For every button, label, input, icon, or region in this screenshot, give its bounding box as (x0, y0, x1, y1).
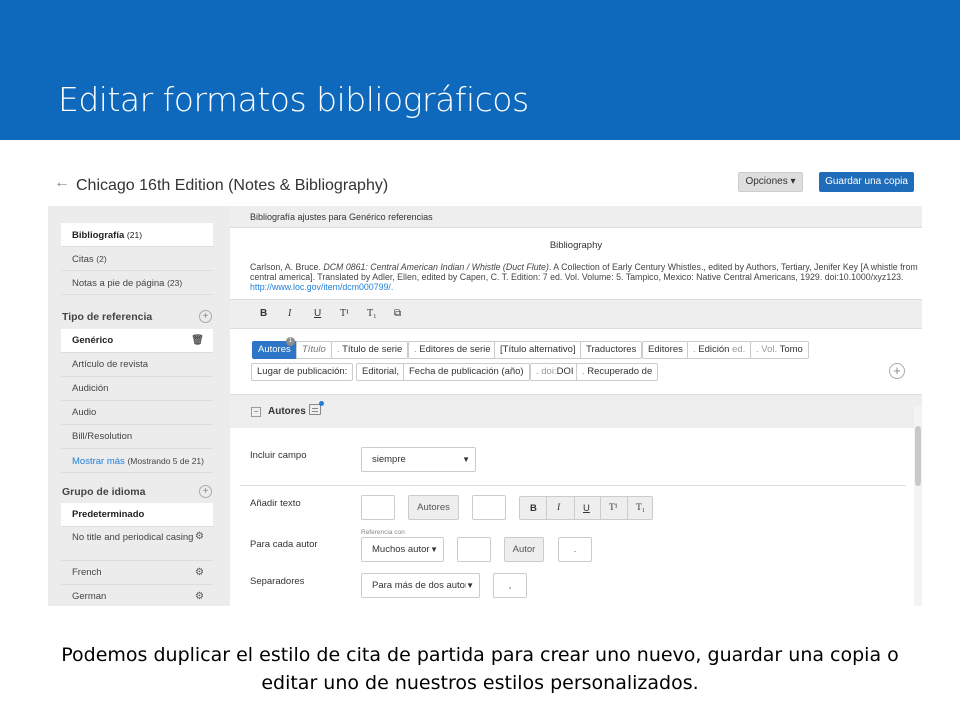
back-arrow-icon[interactable]: ← (54, 174, 70, 192)
slide-caption: Podemos duplicar el estilo de cita de pa… (61, 644, 899, 694)
token-publication-year[interactable]: Fecha de publicación (año) (403, 363, 530, 381)
authors-section-header[interactable]: − Autores (230, 394, 922, 428)
token-publisher[interactable]: Editorial, (356, 363, 405, 381)
app-screenshot: ← Chicago 16th Edition (Notes & Bibliogr… (48, 160, 922, 606)
ref-type-heading: Tipo de referencia + (62, 310, 212, 323)
per-author-prefix-input[interactable] (457, 537, 491, 562)
add-lang-group-icon[interactable]: + (199, 485, 212, 498)
show-more-link[interactable]: Mostrar más (Mostrando 5 de 21) (61, 449, 213, 473)
sidebar-item-german[interactable]: German ⚙ (61, 585, 213, 606)
field-subscript-button[interactable]: T₁ (636, 503, 645, 513)
add-ref-type-icon[interactable]: + (199, 310, 212, 323)
sidebar-item-bill-resolution[interactable]: Bill/Resolution (61, 425, 213, 449)
save-copy-button[interactable]: Guardar una copia (819, 172, 914, 192)
gear-icon[interactable]: ⚙ (195, 561, 204, 585)
sidebar-item-default[interactable]: Predeterminado (61, 503, 213, 527)
field-superscript-button[interactable]: T¹ (609, 503, 618, 513)
notes-icon[interactable] (309, 404, 321, 415)
field-italic-button[interactable]: I (557, 503, 560, 513)
subscript-button[interactable]: T₁ (367, 308, 377, 319)
token-alt-title[interactable]: [Título alternativo] (494, 341, 582, 359)
options-dropdown-button[interactable]: Opciones ▾ (738, 172, 803, 192)
token-retrieved-from[interactable]: . Recuperado de (576, 363, 659, 381)
collapse-icon[interactable]: − (251, 407, 261, 417)
bold-button[interactable]: B (260, 308, 267, 319)
sidebar-item-bibliography[interactable]: Bibliografía (21) (61, 223, 213, 247)
caret-down-icon: ▼ (466, 581, 474, 590)
preview-text: Carlson, A. Bruce. DCM 0861: Central Ame… (250, 262, 918, 292)
superscript-button[interactable]: T¹ (340, 308, 349, 319)
per-author-select[interactable]: Muchos autores▼ (361, 537, 444, 562)
sidebar-item-no-title-casing[interactable]: No title and periodical casing ⚙ (61, 527, 213, 561)
token-publication-place[interactable]: Lugar de publicación: (251, 363, 354, 381)
include-field-select[interactable]: siempre ▼ (361, 447, 476, 472)
add-field-icon[interactable]: + (889, 363, 905, 379)
per-author-label: Para cada autor (250, 539, 318, 550)
section-title: Autores (268, 406, 306, 417)
scrollbar[interactable] (914, 406, 922, 606)
per-author-token[interactable]: Autor (504, 537, 544, 562)
style-title: Chicago 16th Edition (Notes & Bibliograp… (76, 177, 389, 194)
output-section-list: Bibliografía (21) Citas (2) Notas a pie … (61, 223, 213, 295)
italic-button[interactable]: I (288, 308, 291, 319)
sidebar-item-audio[interactable]: Audio (61, 401, 213, 425)
divider (240, 485, 906, 486)
token-volume[interactable]: . Vol. Tomo (750, 341, 809, 359)
preview-title: Bibliography (549, 240, 603, 251)
lang-group-heading: Grupo de idioma + (62, 485, 212, 498)
ref-type-list: Genérico 🗑 Artículo de revista Audición A… (61, 329, 213, 473)
underline-button[interactable]: U (314, 308, 321, 319)
sidebar-item-journal-article[interactable]: Artículo de revista (61, 353, 213, 377)
sidebar-item-audition[interactable]: Audición (61, 377, 213, 401)
field-underline-button[interactable]: U (583, 503, 590, 514)
gear-icon[interactable]: ⚙ (195, 531, 204, 543)
suffix-text-input[interactable] (472, 495, 506, 520)
slide-banner: Editar formatos bibliográficos (0, 0, 960, 140)
token-series-title[interactable]: . Título de serie (331, 341, 409, 359)
slide-title: Editar formatos bibliográficos (58, 80, 529, 119)
token-editors[interactable]: Editores (642, 341, 689, 359)
field-bold-button[interactable]: B (530, 503, 537, 514)
sidebar-item-french[interactable]: French ⚙ (61, 561, 213, 585)
lang-group-list: Predeterminado No title and periodical c… (61, 503, 213, 606)
separator-input[interactable]: , (493, 573, 527, 598)
copy-format-icon[interactable]: ⧉ (394, 308, 401, 319)
trash-icon[interactable]: 🗑 (191, 329, 204, 353)
per-author-hint: Referencia con (361, 529, 405, 536)
add-text-label: Añadir texto (250, 498, 301, 509)
sidebar-item-citations[interactable]: Citas (2) (61, 247, 213, 271)
prefix-text-input[interactable] (361, 495, 395, 520)
caret-down-icon: ▼ (430, 545, 438, 554)
caret-down-icon: ▼ (462, 455, 470, 464)
editor-header: ← Chicago 16th Edition (Notes & Bibliogr… (48, 160, 922, 206)
editor-main: Bibliografía ajustes para Genérico refer… (230, 206, 922, 606)
per-author-separator-input[interactable]: . (558, 537, 592, 562)
token-edition[interactable]: . Edición ed. (687, 341, 752, 359)
token-doi[interactable]: . doi:DOI (530, 363, 580, 381)
separators-select[interactable]: Para más de dos autores▼ (361, 573, 480, 598)
field-format-group: B I U T¹ T₁ (519, 496, 653, 520)
format-toolbar: B I U T¹ T₁ ⧉ (230, 299, 922, 329)
settings-bar: Bibliografía ajustes para Genérico refer… (230, 206, 922, 228)
sidebar: Bibliografía (21) Citas (2) Notas a pie … (48, 206, 230, 606)
token-series-editors[interactable]: . Editores de serie (408, 341, 497, 359)
separators-label: Separadores (250, 576, 305, 587)
token-badge: 1 (286, 337, 295, 346)
field-tokens: Autores 1 Título . Título de serie . Edi… (230, 336, 922, 396)
include-field-label: Incluir campo (250, 450, 307, 461)
preview-url-link[interactable]: http://www.loc.gov/item/dcm000799/. (250, 282, 393, 292)
sidebar-item-footnotes[interactable]: Notas a pie de página (23) (61, 271, 213, 295)
token-translators[interactable]: Traductores (580, 341, 643, 359)
gear-icon[interactable]: ⚙ (195, 585, 204, 606)
notification-dot (319, 401, 324, 406)
token-title[interactable]: Título (296, 341, 332, 359)
scroll-thumb[interactable] (915, 426, 921, 486)
sidebar-item-generic[interactable]: Genérico 🗑 (61, 329, 213, 353)
add-text-token-authors[interactable]: Autores (408, 495, 459, 520)
